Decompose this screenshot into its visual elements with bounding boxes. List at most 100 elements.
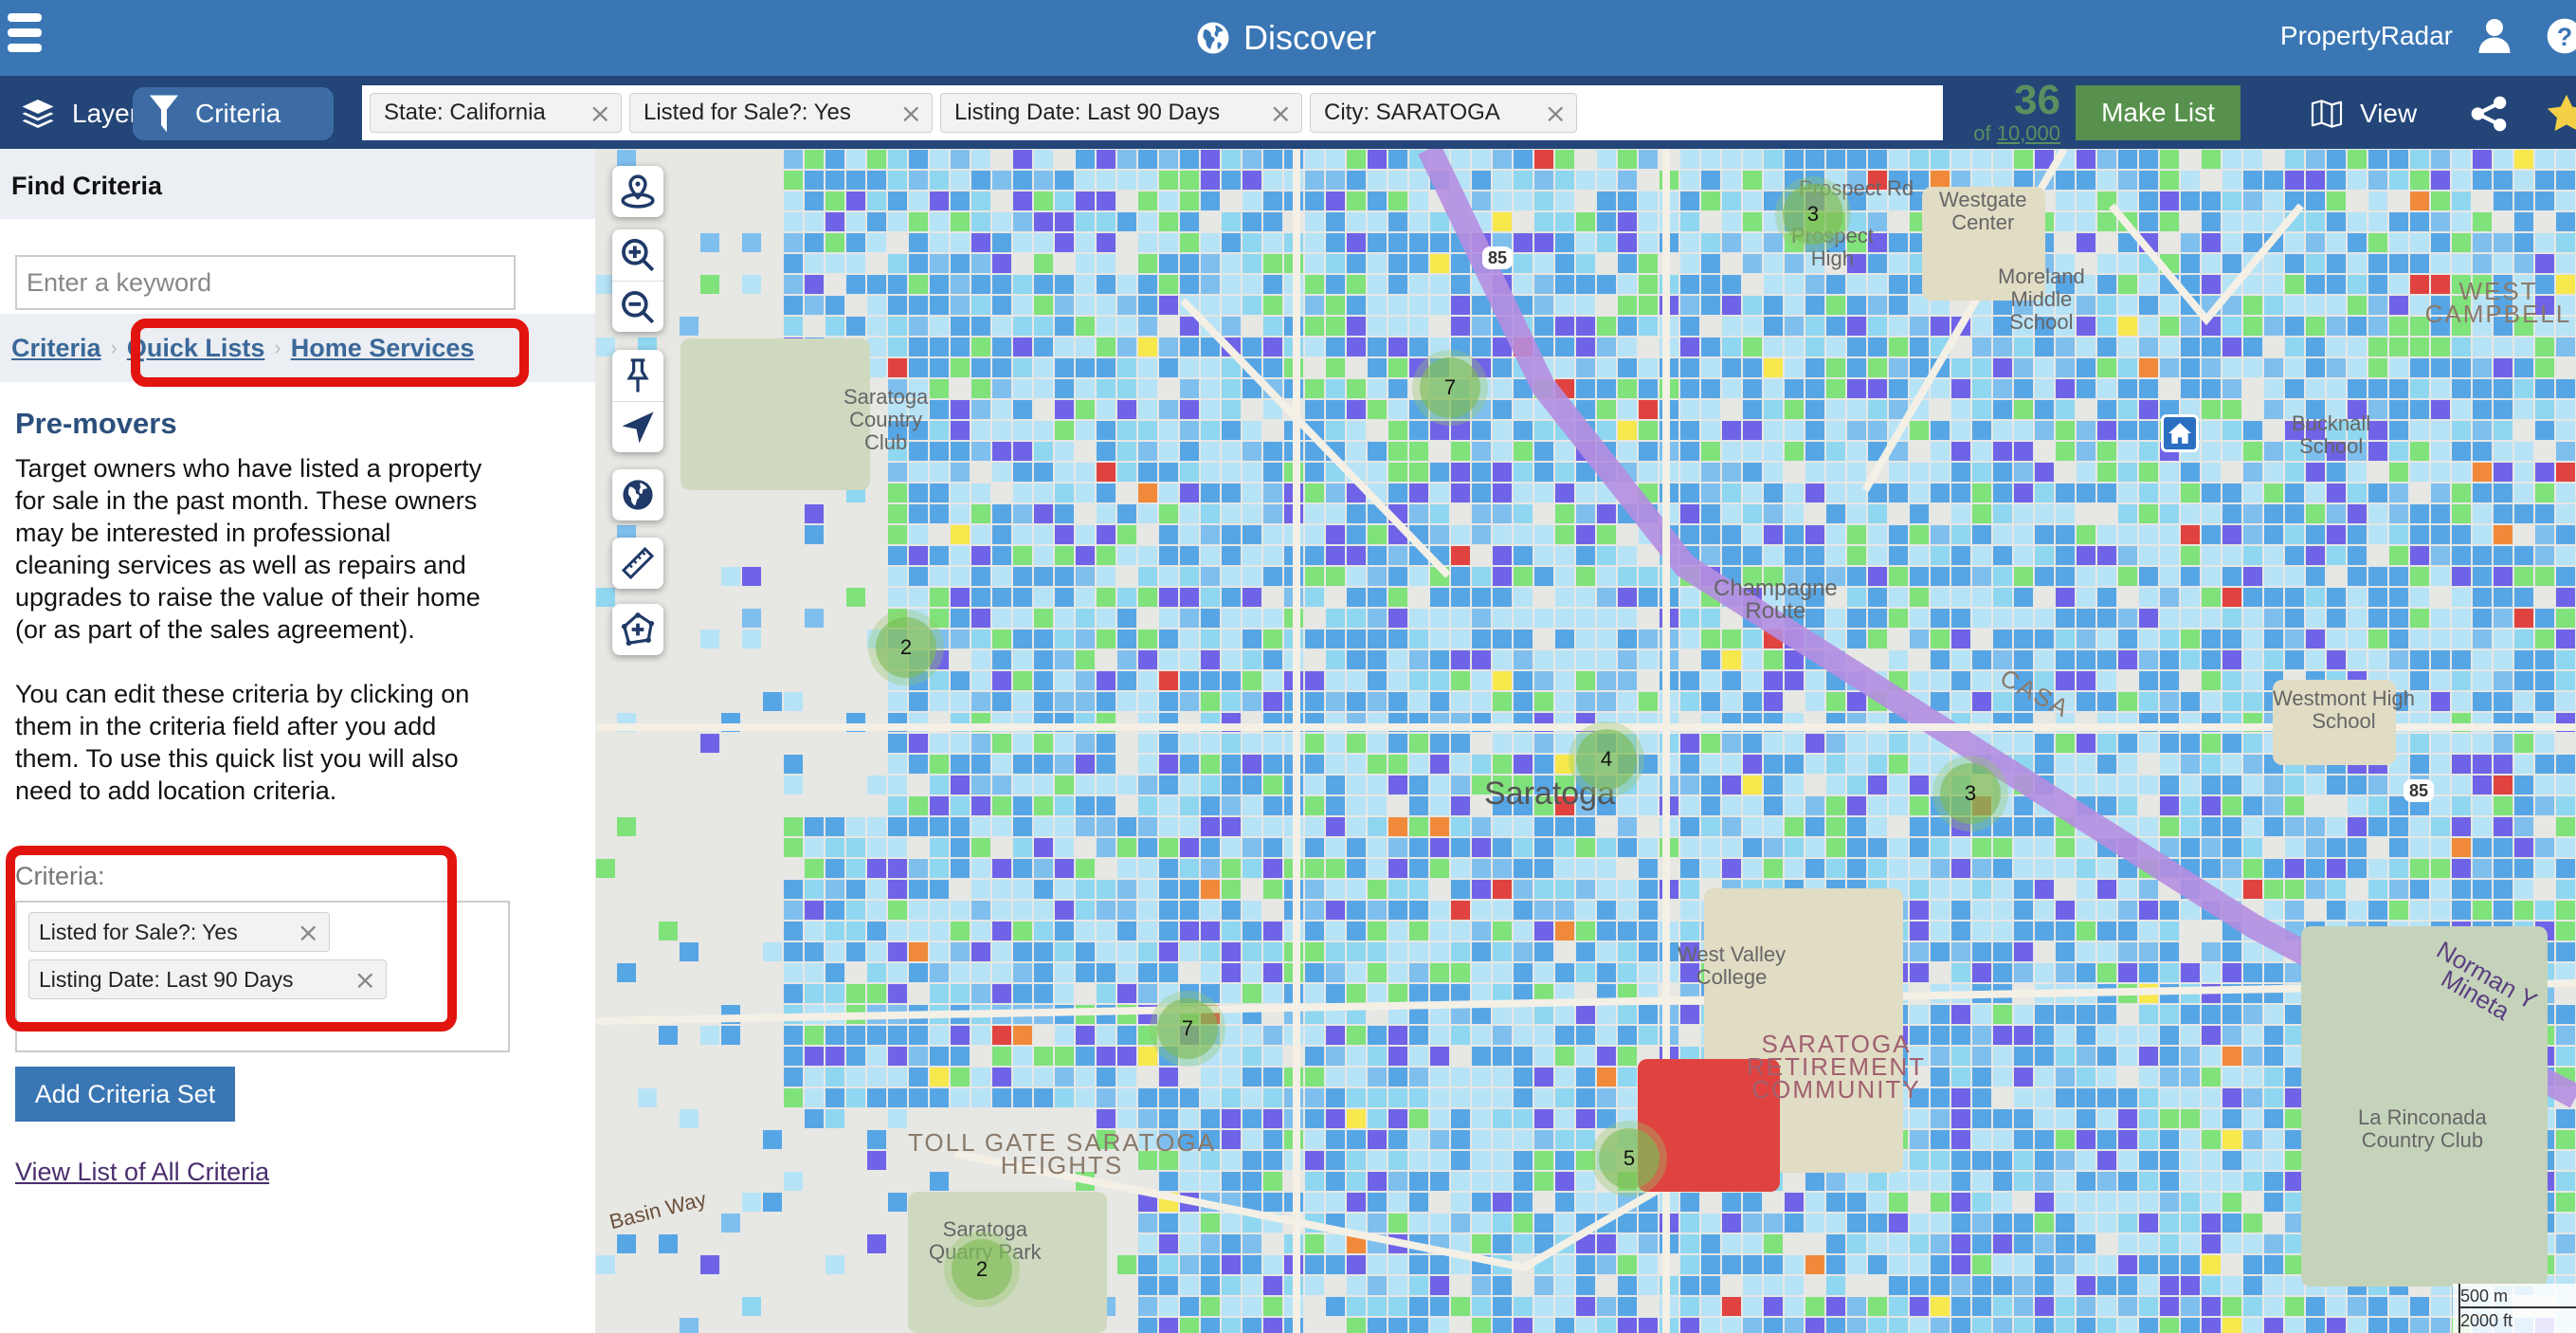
keyword-search-input[interactable] — [15, 255, 516, 310]
pushpin-icon — [626, 358, 649, 393]
tab-criteria-label: Criteria — [195, 99, 281, 128]
criteria-toolbar: Layers Criteria State: California × Liste… — [0, 76, 2576, 149]
zoom-out-button[interactable] — [612, 281, 663, 332]
hamburger-icon — [8, 13, 42, 22]
user-icon[interactable] — [2477, 17, 2512, 55]
description-paragraph: You can edit these criteria by clicking … — [15, 680, 470, 805]
scale-metric: 500 m — [2458, 1284, 2576, 1308]
map-scale: 500 m 2000 ft — [2453, 1284, 2576, 1333]
map-type-group — [612, 469, 663, 520]
star-icon[interactable] — [2546, 93, 2576, 135]
close-icon[interactable]: × — [354, 964, 376, 995]
quick-list-title: Pre-movers — [15, 407, 177, 440]
draw-area-button[interactable] — [612, 604, 663, 655]
panel-heading: Find Criteria — [0, 149, 595, 219]
help-icon[interactable]: ? — [2546, 17, 2576, 55]
add-criteria-set-button[interactable]: Add Criteria Set — [15, 1067, 235, 1122]
map-nav-group — [612, 350, 663, 452]
westmont-high-area — [2273, 680, 2396, 765]
close-icon[interactable]: × — [1545, 98, 1567, 129]
breadcrumb-quick-lists[interactable]: Quick Lists — [127, 334, 265, 363]
view-label: View — [2360, 99, 2418, 128]
westgate-center-area — [1922, 187, 2045, 301]
locate-button[interactable] — [612, 166, 663, 217]
top-bar: Discover PropertyRadar ? — [0, 0, 2576, 76]
map-cluster[interactable]: 7 — [1157, 998, 1218, 1059]
filter-chip-state[interactable]: State: California × — [370, 93, 622, 133]
measure-group — [612, 538, 663, 589]
result-count: 36 of 10,000 — [1971, 80, 2060, 146]
breadcrumb-home-services[interactable]: Home Services — [291, 334, 475, 363]
criteria-label: Criteria: — [15, 862, 105, 890]
breadcrumb-separator: › — [110, 336, 118, 359]
filter-chip-listed-for-sale[interactable]: Listed for Sale?: Yes × — [629, 93, 933, 133]
criteria-filter-field[interactable]: State: California × Listed for Sale?: Yes… — [362, 85, 1943, 140]
map-type-button[interactable] — [612, 469, 663, 520]
house-icon — [2168, 423, 2191, 444]
pin-button[interactable] — [612, 350, 663, 401]
home-marker[interactable] — [2161, 414, 2199, 452]
hamburger-icon-line — [8, 28, 42, 37]
breadcrumb-criteria[interactable]: Criteria — [11, 334, 101, 363]
map-control-group — [612, 166, 663, 217]
criteria-chip-listing-date[interactable]: Listing Date: Last 90 Days × — [28, 959, 387, 999]
measure-button[interactable] — [612, 538, 663, 589]
scale-imperial: 2000 ft — [2458, 1308, 2576, 1333]
filter-chip-listing-date[interactable]: Listing Date: Last 90 Days × — [940, 93, 1302, 133]
ruler-icon — [621, 546, 655, 580]
map-cluster[interactable]: 7 — [1420, 357, 1480, 418]
navigate-button[interactable] — [612, 401, 663, 452]
layers-icon — [22, 100, 54, 128]
globe-icon — [623, 480, 653, 510]
zoom-in-icon — [622, 239, 655, 272]
la-rinconada-area — [2301, 926, 2548, 1287]
quick-list-description: Target owners who have listed a property… — [15, 452, 489, 807]
tab-criteria[interactable]: Criteria — [133, 87, 334, 140]
globe-icon — [1197, 22, 1229, 54]
close-icon[interactable]: × — [1270, 98, 1292, 129]
breadcrumb-separator: › — [274, 336, 281, 359]
locate-pin-icon — [621, 174, 655, 209]
close-icon[interactable]: × — [590, 98, 611, 129]
zoom-out-icon — [622, 290, 655, 323]
description-paragraph: Target owners who have listed a property… — [15, 454, 482, 644]
chip-label: Listed for Sale?: Yes — [644, 100, 851, 125]
filter-chip-city[interactable]: City: SARATOGA × — [1310, 93, 1577, 133]
navigate-arrow-icon — [622, 411, 654, 443]
chip-label: City: SARATOGA — [1324, 100, 1500, 125]
map-icon — [2311, 100, 2343, 128]
retirement-community-area — [1638, 1059, 1780, 1192]
close-icon[interactable]: × — [900, 98, 922, 129]
page-title: Discover — [1196, 15, 1376, 61]
brand-name: PropertyRadar — [2279, 21, 2453, 50]
chip-label: Listing Date: Last 90 Days — [954, 100, 1221, 125]
find-criteria-panel: Find Criteria Criteria › Quick Lists › H… — [0, 149, 595, 1333]
map-cluster[interactable]: 2 — [952, 1239, 1012, 1300]
zoom-in-button[interactable] — [612, 229, 663, 281]
saratoga-country-club-area — [680, 338, 870, 490]
map-cluster[interactable]: 4 — [1576, 729, 1637, 790]
view-all-criteria-link[interactable]: View List of All Criteria — [15, 1158, 269, 1187]
map-cluster[interactable]: 3 — [1783, 184, 1843, 245]
result-of-label: of — [1973, 121, 1997, 145]
filter-icon — [150, 95, 178, 133]
make-list-button[interactable]: Make List — [2076, 85, 2240, 140]
result-count-value: 36 — [2014, 77, 2060, 123]
map-cluster[interactable]: 2 — [876, 617, 936, 678]
breadcrumb: Criteria › Quick Lists › Home Services — [0, 314, 595, 387]
map-cluster[interactable]: 3 — [1940, 763, 2001, 824]
share-icon[interactable] — [2470, 95, 2508, 133]
draw-shape-icon — [621, 612, 655, 647]
chip-label: State: California — [384, 100, 546, 125]
hamburger-menu-button[interactable] — [8, 13, 53, 55]
criteria-chip-listed-for-sale[interactable]: Listed for Sale?: Yes × — [28, 912, 330, 952]
hamburger-icon-line — [8, 44, 42, 52]
result-limit-link[interactable]: 10,000 — [1997, 121, 2060, 145]
close-icon[interactable]: × — [298, 917, 319, 948]
chip-label: Listing Date: Last 90 Days — [39, 966, 294, 992]
view-button[interactable]: View — [2311, 87, 2417, 140]
map-view[interactable]: Saratoga Country Club Saratoga West Vall… — [595, 149, 2576, 1333]
criteria-field[interactable]: Listed for Sale?: Yes × Listing Date: Las… — [15, 901, 510, 1052]
chip-label: Listed for Sale?: Yes — [39, 919, 238, 944]
map-cluster[interactable]: 5 — [1599, 1128, 1660, 1189]
